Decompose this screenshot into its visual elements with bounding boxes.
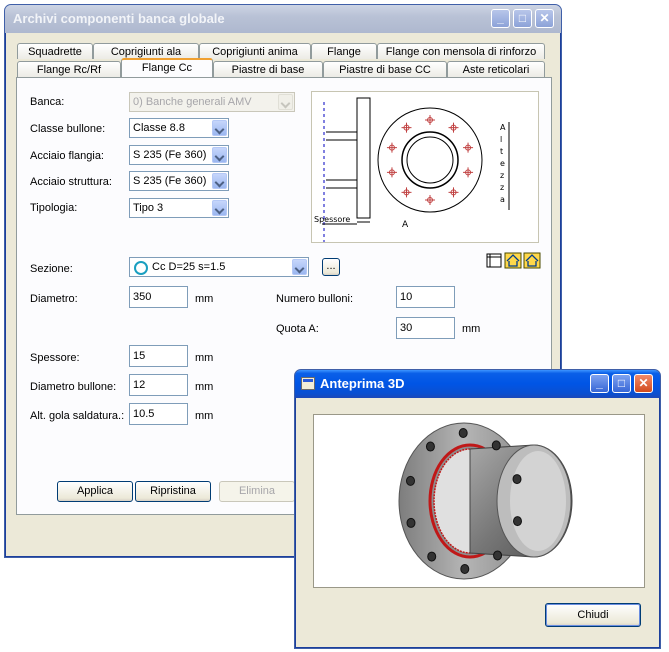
sezione-select[interactable]: Cc D=25 s=1.5 bbox=[129, 257, 309, 277]
preview-minimize-button[interactable]: _ bbox=[590, 374, 609, 393]
diametro-unit: mm bbox=[195, 293, 214, 305]
preview-3d-viewport[interactable] bbox=[313, 414, 645, 588]
tab-coprigiunti-anima[interactable]: Coprigiunti anima bbox=[199, 43, 311, 59]
bolt-3d bbox=[512, 474, 522, 485]
sezione-label: Sezione: bbox=[30, 263, 73, 275]
tab-piastre-di-base-cc[interactable]: Piastre di base CC bbox=[323, 61, 447, 77]
bolt-3d bbox=[458, 428, 468, 439]
svg-text:e: e bbox=[500, 159, 505, 168]
diametro-bullone-unit: mm bbox=[195, 381, 214, 393]
tab-coprigiunti-ala[interactable]: Coprigiunti ala bbox=[93, 43, 199, 59]
ripristina-button[interactable]: Ripristina bbox=[135, 481, 211, 502]
bolt-3d bbox=[460, 563, 470, 574]
banca-select: 0) Banche generali AMV bbox=[129, 92, 295, 112]
numero-bulloni-label: Numero bulloni: bbox=[276, 293, 354, 305]
tipologia-select[interactable]: Tipo 3 bbox=[129, 198, 229, 218]
flange-3d-render bbox=[398, 422, 573, 580]
svg-text:z: z bbox=[500, 171, 504, 180]
flange-schematic-svg: Spessore A A l t e z z a bbox=[314, 97, 510, 242]
bolt-3d bbox=[512, 516, 522, 527]
numero-bulloni-input[interactable]: 10 bbox=[396, 286, 455, 308]
a-drawing-label: A bbox=[402, 220, 409, 230]
circle-section-icon bbox=[134, 261, 148, 275]
spessore-unit: mm bbox=[195, 352, 214, 364]
alt-gola-input[interactable]: 10.5 bbox=[129, 403, 188, 425]
classe-bullone-select[interactable]: Classe 8.8 bbox=[129, 118, 229, 138]
bolt-3d bbox=[491, 440, 501, 451]
acciaio-struttura-label: Acciaio struttura: bbox=[30, 176, 112, 188]
frame-view-icon[interactable] bbox=[485, 251, 541, 269]
preview-window: Anteprima 3D _ □ ✕ Chiudi bbox=[294, 369, 661, 649]
tab-squadrette[interactable]: Squadrette bbox=[17, 43, 93, 59]
diametro-bullone-input[interactable]: 12 bbox=[129, 374, 188, 396]
browse-sezione-button[interactable]: ... bbox=[322, 258, 340, 276]
bolt-3d bbox=[425, 441, 435, 452]
acciaio-flangia-select[interactable]: S 235 (Fe 360) bbox=[129, 145, 229, 165]
diametro-label: Diametro: bbox=[30, 293, 78, 305]
chevron-down-icon bbox=[278, 94, 293, 110]
main-window-title: Archivi componenti banca globale bbox=[13, 11, 225, 26]
quota-a-unit: mm bbox=[462, 323, 481, 335]
spessore-drawing-label: Spessore bbox=[314, 215, 350, 224]
bolt-3d bbox=[406, 517, 416, 528]
classe-bullone-label: Classe bullone: bbox=[30, 123, 106, 135]
diametro-input[interactable]: 350 bbox=[129, 286, 188, 308]
main-titlebar[interactable]: Archivi componenti banca globale _ □ ✕ bbox=[5, 5, 561, 33]
tab-aste-reticolari[interactable]: Aste reticolari bbox=[447, 61, 545, 77]
bolt-3d bbox=[427, 551, 437, 562]
preview-window-title: Anteprima 3D bbox=[320, 376, 405, 391]
minimize-icon: _ bbox=[596, 376, 603, 390]
svg-text:l: l bbox=[500, 135, 502, 144]
svg-text:a: a bbox=[500, 195, 505, 204]
chevron-down-icon[interactable] bbox=[212, 173, 227, 189]
view-icons bbox=[485, 251, 541, 269]
preview-maximize-button[interactable]: □ bbox=[612, 374, 631, 393]
chevron-down-icon[interactable] bbox=[212, 200, 227, 216]
elimina-button: Elimina bbox=[219, 481, 295, 502]
applica-button[interactable]: Applica bbox=[57, 481, 133, 502]
tab-flange[interactable]: Flange bbox=[311, 43, 377, 59]
tab-piastre-di-base[interactable]: Piastre di base bbox=[213, 61, 323, 77]
tipologia-label: Tipologia: bbox=[30, 202, 78, 214]
close-icon: ✕ bbox=[539, 11, 550, 25]
chevron-down-icon[interactable] bbox=[212, 120, 227, 136]
minimize-icon: _ bbox=[497, 11, 504, 25]
chiudi-button[interactable]: Chiudi bbox=[545, 603, 641, 627]
bolt-3d bbox=[493, 550, 503, 561]
quota-a-label: Quota A: bbox=[276, 323, 319, 335]
close-button[interactable]: ✕ bbox=[535, 9, 554, 28]
flange-drawing: Spessore A A l t e z z a bbox=[311, 91, 539, 243]
maximize-button[interactable]: □ bbox=[513, 9, 532, 28]
bolt-3d bbox=[406, 475, 416, 486]
spessore-label: Spessore: bbox=[30, 352, 80, 364]
alt-gola-unit: mm bbox=[195, 410, 214, 422]
tab-flange-cc[interactable]: Flange Cc bbox=[121, 58, 213, 77]
alt-gola-label: Alt. gola saldatura.: bbox=[30, 410, 125, 422]
tab-flange-mensola[interactable]: Flange con mensola di rinforzo bbox=[377, 43, 545, 59]
close-icon: ✕ bbox=[638, 376, 649, 390]
maximize-icon: □ bbox=[518, 11, 527, 25]
svg-text:t: t bbox=[500, 147, 503, 156]
svg-text:A: A bbox=[500, 123, 506, 132]
diametro-bullone-label: Diametro bullone: bbox=[30, 381, 117, 393]
chevron-down-icon[interactable] bbox=[212, 147, 227, 163]
banca-label: Banca: bbox=[30, 96, 65, 108]
preview-close-button[interactable]: ✕ bbox=[634, 374, 653, 393]
preview-titlebar[interactable]: Anteprima 3D _ □ ✕ bbox=[295, 370, 660, 398]
spessore-input[interactable]: 15 bbox=[129, 345, 188, 367]
acciaio-struttura-select[interactable]: S 235 (Fe 360) bbox=[129, 171, 229, 191]
minimize-button[interactable]: _ bbox=[491, 9, 510, 28]
app-window-icon bbox=[301, 377, 315, 390]
maximize-icon: □ bbox=[617, 376, 626, 390]
quota-a-input[interactable]: 30 bbox=[396, 317, 455, 339]
chevron-down-icon[interactable] bbox=[292, 259, 307, 275]
svg-text:z: z bbox=[500, 183, 504, 192]
acciaio-flangia-label: Acciaio flangia: bbox=[30, 150, 104, 162]
tab-flange-rc-rf[interactable]: Flange Rc/Rf bbox=[17, 61, 121, 77]
